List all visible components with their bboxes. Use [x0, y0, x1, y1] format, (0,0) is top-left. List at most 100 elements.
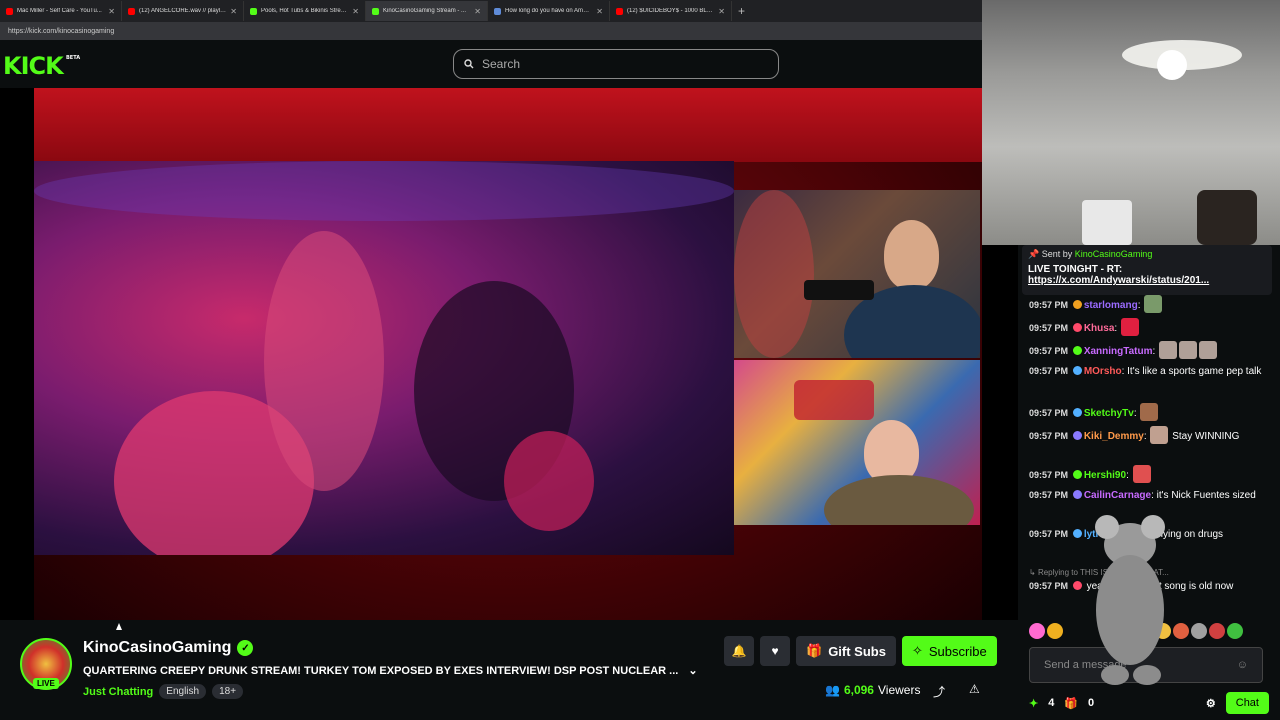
message-time: 09:57 PM: [1029, 470, 1069, 480]
rat-overlay-icon: [1095, 515, 1165, 685]
sent-by-label: Sent by: [1041, 249, 1073, 259]
bell-icon: 🔔: [731, 644, 747, 658]
kick-logo[interactable]: KICK BETA: [3, 52, 80, 80]
chat-message: 09:57 PM starlomang:: [1029, 295, 1269, 313]
follow-heart-button[interactable]: ♥: [760, 636, 790, 666]
browser-tab-active[interactable]: KinoCasinoGaming Stream - ... ✕: [366, 1, 488, 21]
browser-tab[interactable]: How long do you have on Amazo... ✕: [488, 1, 610, 21]
video-feed-cam-2: [734, 360, 980, 525]
message-text: it's Nick Fuentes sized: [1156, 490, 1256, 501]
notification-bell-button[interactable]: 🔔: [724, 636, 754, 666]
category-link[interactable]: Just Chatting: [83, 686, 153, 698]
message-text: It's like a sports game pep talk: [1127, 366, 1262, 377]
points-icon: ✦: [1029, 697, 1039, 710]
close-tab-icon[interactable]: ✕: [596, 7, 603, 16]
browser-tab[interactable]: (12) ANGELCORE.wav // playlist (w...✕: [122, 1, 244, 21]
emote-icon: [1140, 403, 1159, 421]
url-text: https://kick.com/kinocasinogaming: [8, 27, 115, 35]
share-icon[interactable]: ⤴: [933, 683, 945, 700]
viewer-number: 6,096: [843, 683, 874, 697]
webcam-feed: [982, 0, 1280, 245]
address-bar[interactable]: https://kick.com/kinocasinogaming: [0, 22, 982, 40]
new-tab-icon[interactable]: +: [732, 4, 751, 18]
stream-title-row: QUARTERING CREEPY DRUNK STREAM! TURKEY T…: [83, 664, 698, 678]
gift-icon: 🎁: [806, 643, 823, 658]
chat-message: 09:57 PM MOrsho: It's like a sports game…: [1029, 366, 1262, 377]
viewer-count: 👥 6,096 Viewers: [825, 683, 920, 697]
chat-send-button[interactable]: Chat: [1225, 692, 1269, 714]
kick-favicon-icon: [372, 7, 379, 15]
emote-icon: [1144, 295, 1163, 313]
tag-language[interactable]: English: [159, 684, 207, 699]
sub-badge-icon: [1072, 490, 1082, 499]
reply-label: Replying to: [1037, 568, 1078, 577]
subscribe-label: Subscribe: [928, 643, 987, 659]
message-username[interactable]: Khusa: [1084, 323, 1115, 334]
pin-icon: 📌: [1028, 249, 1040, 259]
heart-icon: ♥: [771, 644, 779, 658]
search-input[interactable]: Search: [453, 49, 779, 79]
message-time: 09:57 PM: [1029, 300, 1069, 310]
chat-footer: ✦ 4 🎁 0 ⚙ Chat: [1029, 691, 1269, 715]
message-text: Stay WINNING: [1172, 431, 1240, 442]
message-time: 09:57 PM: [1029, 408, 1069, 418]
chevron-down-icon[interactable]: ⌄: [688, 664, 697, 677]
youtube-favicon-icon: [6, 7, 13, 15]
message-username[interactable]: Hershi90: [1084, 470, 1126, 481]
search-placeholder: Search: [482, 57, 521, 71]
browser-tab[interactable]: (12) $UICIDEBOY$ - 1000 BLUNTS...✕: [610, 1, 732, 21]
message-time: 09:57 PM: [1029, 346, 1069, 356]
gift-icon[interactable]: 🎁: [1064, 697, 1078, 710]
message-username[interactable]: Kiki_Demmy: [1084, 431, 1144, 442]
settings-gear-icon[interactable]: ⚙: [1206, 697, 1216, 710]
emote-icon[interactable]: [1191, 623, 1207, 639]
message-time: 09:57 PM: [1029, 323, 1069, 333]
emote-icon: [1150, 426, 1169, 444]
heart-emote-icon[interactable]: [1029, 623, 1045, 639]
gift-subs-button[interactable]: 🎁 Gift Subs: [796, 636, 896, 666]
verified-check-icon: ✓: [237, 640, 254, 656]
message-username[interactable]: SketchyTv: [1084, 408, 1134, 419]
points-count: 4: [1048, 697, 1055, 709]
youtube-favicon-icon: [128, 7, 135, 15]
browser-tab[interactable]: Pools, Hot Tubs & Bikinis Stream i... ✕: [244, 1, 366, 21]
emote-icon[interactable]: [1047, 623, 1063, 639]
emoji-icon[interactable]: ☺: [1237, 659, 1248, 671]
kick-favicon-icon: [250, 7, 257, 15]
close-tab-icon[interactable]: ✕: [230, 7, 237, 16]
message-username[interactable]: CailinCarnage: [1084, 490, 1151, 501]
youtube-favicon-icon: [616, 7, 623, 15]
pinned-sender: 📌 Sent by KinoCasinoGaming: [1028, 249, 1266, 260]
sub-badge-icon: [1072, 300, 1082, 309]
message-time: 09:57 PM: [1029, 529, 1069, 539]
emote-icon[interactable]: [1227, 623, 1243, 639]
message-username[interactable]: MOrsho: [1084, 366, 1122, 377]
close-tab-icon[interactable]: ✕: [108, 7, 115, 16]
pinned-link[interactable]: https://x.com/Andywarski/status/201...: [1028, 275, 1266, 286]
pinned-message[interactable]: 📌 Sent by KinoCasinoGaming LIVE TOINGHT …: [1022, 245, 1272, 295]
message-time: 09:57 PM: [1029, 366, 1069, 376]
browser-tab[interactable]: Mac Miller - Self Care - YouTu... ✕: [0, 1, 122, 21]
reply-icon: ↳: [1029, 568, 1036, 577]
close-tab-icon[interactable]: ✕: [474, 7, 481, 16]
channel-name[interactable]: KinoCasinoGaming: [83, 639, 231, 657]
subscribe-button[interactable]: ✧ Subscribe: [901, 636, 997, 666]
sub-badge-icon: [1072, 431, 1082, 440]
close-tab-icon[interactable]: ✕: [352, 7, 359, 16]
message-time: 09:57 PM: [1029, 431, 1069, 441]
message-time: 09:57 PM: [1029, 581, 1069, 591]
report-warning-icon[interactable]: ⚠: [969, 682, 980, 696]
emote-icon: [1199, 341, 1218, 359]
live-badge: LIVE: [33, 678, 59, 689]
message-username[interactable]: starlomang: [1084, 300, 1138, 311]
message-time: 09:57 PM: [1029, 490, 1069, 500]
close-tab-icon[interactable]: ✕: [718, 7, 725, 16]
category-row: Just Chatting English 18+: [83, 684, 244, 699]
message-username[interactable]: XanningTatum: [1084, 346, 1153, 357]
pinned-sender-name[interactable]: KinoCasinoGaming: [1075, 249, 1153, 259]
viewers-label: Viewers: [877, 683, 921, 697]
chat-message: 09:57 PM CailinCarnage: it's Nick Fuente…: [1029, 490, 1256, 501]
emote-icon[interactable]: [1209, 623, 1225, 639]
tag-mature[interactable]: 18+: [212, 684, 244, 699]
emote-icon: [1159, 341, 1178, 359]
